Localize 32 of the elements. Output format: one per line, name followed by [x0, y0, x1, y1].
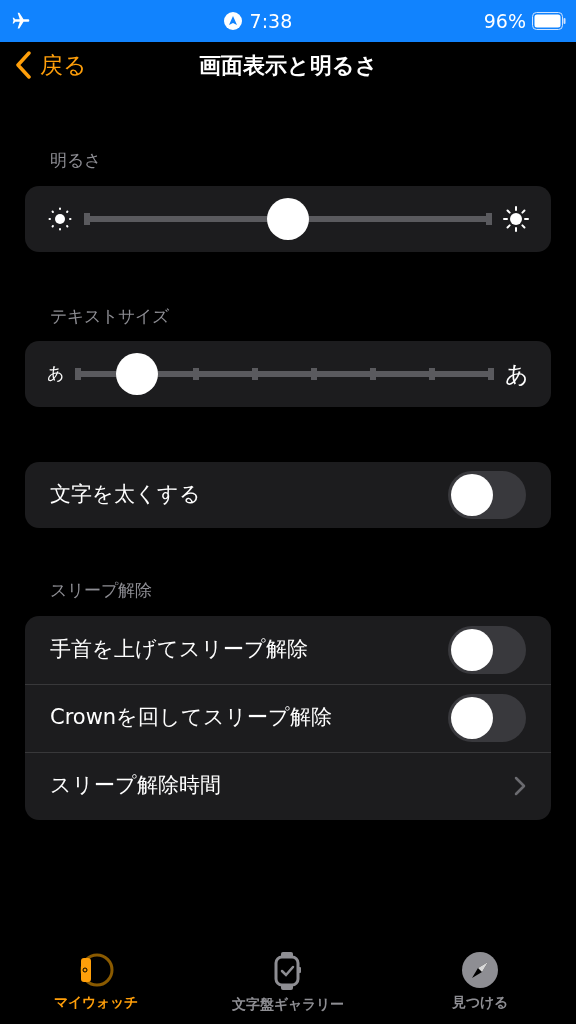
small-text-glyph: あ	[47, 362, 64, 386]
large-text-glyph: あ	[505, 359, 529, 389]
chevron-right-icon	[514, 776, 526, 796]
row-label[interactable]: スリープ解除時間	[50, 770, 221, 802]
toggle-switch[interactable]	[448, 694, 526, 742]
airplane-icon	[10, 11, 32, 31]
tab-item[interactable]: 見つける	[384, 948, 576, 1024]
location-icon	[223, 12, 242, 30]
toggle-switch[interactable]	[448, 625, 526, 674]
battery-icon	[532, 12, 566, 30]
sun-small-icon	[47, 205, 73, 232]
tab-item[interactable]: マイウォッチ	[0, 948, 192, 1024]
chevron-left-icon	[14, 51, 32, 79]
section-label: 明るさ	[50, 149, 102, 172]
clock-time: 7:38	[249, 8, 293, 34]
slider-track[interactable]	[87, 197, 489, 240]
tab-item[interactable]: 文字盤ギャラリー	[192, 948, 384, 1024]
page-title: 画面表示と明るさ	[198, 51, 378, 80]
toggle-switch[interactable]	[448, 471, 526, 519]
compass-icon[interactable]	[462, 952, 498, 988]
row-label: 手首を上げてスリープ解除	[50, 635, 308, 663]
row-label: Crownを回してスリープ解除	[50, 704, 333, 732]
row-label: 文字を太くする	[50, 481, 201, 509]
section-label: スリープ解除	[50, 579, 153, 602]
slider-track[interactable]	[78, 353, 491, 395]
back-button[interactable]: 戻る	[0, 47, 87, 83]
battery-percent: 96%	[483, 8, 526, 34]
sun-large-icon	[503, 205, 529, 232]
watch-icon[interactable]	[273, 952, 303, 990]
slider-thumb[interactable]	[267, 197, 309, 240]
slider-thumb[interactable]	[116, 353, 159, 395]
section-label: テキストサイズ	[50, 304, 170, 328]
